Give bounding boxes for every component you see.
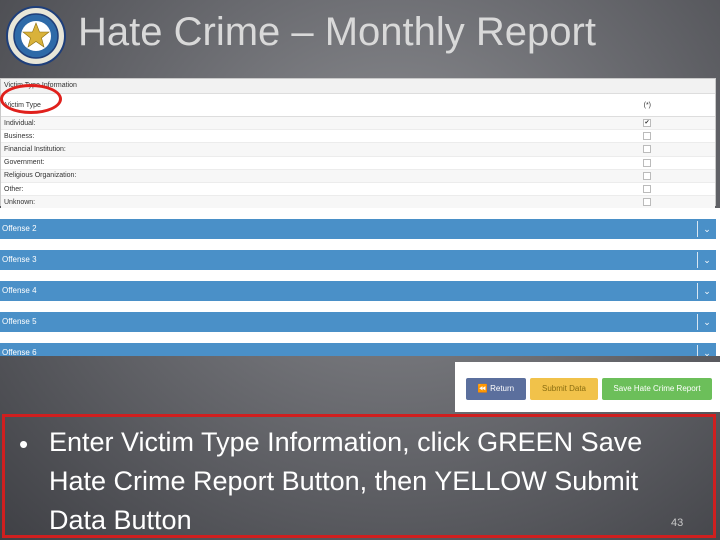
chevron-down-icon[interactable]: ⌄ [697,221,716,237]
victim-type-checkbox[interactable] [643,132,651,141]
victim-type-row: Individual: ✔ [1,117,715,131]
offense-label: Offense 2 [2,224,37,233]
slide-title: Hate Crime – Monthly Report [78,10,596,54]
save-hate-crime-report-button[interactable]: Save Hate Crime Report [602,378,712,400]
instruction-box: • Enter Victim Type Information, click G… [2,414,716,538]
victim-type-row: Religious Organization: [1,169,715,183]
victim-type-row-label: Financial Institution: [4,145,66,153]
victim-type-row-label: Individual: [4,119,36,127]
state-seal-logo [6,6,66,66]
chevron-down-icon[interactable]: ⌄ [697,345,716,356]
offense-bar[interactable]: Offense 6 ⌄ [0,343,716,356]
check-column-header: (*) [643,101,651,109]
bullet-point: • [19,429,29,459]
offense-list: Offense 2 ⌄ Offense 3 ⌄ Offense 4 ⌄ Offense 5 ⌄… [0,208,720,356]
chevron-down-icon[interactable]: ⌄ [697,314,716,330]
panel-header: Victim Type Information [1,79,715,94]
victim-type-column-header: Victim Type (*) [1,94,715,117]
victim-type-row: Financial Institution: [1,143,715,157]
victim-type-checkbox[interactable] [643,145,651,154]
offense-label: Offense 6 [2,348,37,356]
offense-bar[interactable]: Offense 3 ⌄ [0,250,716,270]
action-button-bar: ⏪ Return Submit Data Save Hate Crime Rep… [455,362,720,412]
victim-type-rows: Individual: ✔ Business: Financial Instituti… [1,117,715,210]
victim-type-checkbox[interactable] [643,185,651,194]
rewind-icon: ⏪ [477,384,488,393]
offense-label: Offense 3 [2,255,37,264]
return-button[interactable]: ⏪ Return [466,378,526,400]
victim-type-row: Business: [1,130,715,144]
offense-label: Offense 5 [2,317,37,326]
submit-data-button[interactable]: Submit Data [530,378,598,400]
victim-type-row-label: Government: [4,159,45,167]
instruction-text: Enter Victim Type Information, click GRE… [49,427,643,535]
victim-type-row-label: Business: [4,132,35,140]
chevron-down-icon[interactable]: ⌄ [697,283,716,299]
page-number: 43 [671,517,684,529]
victim-type-panel: Victim Type Information Victim Type (*) … [0,78,716,210]
victim-type-row-label: Other: [4,185,24,193]
victim-type-checkbox[interactable] [643,171,651,180]
victim-type-checkbox[interactable] [643,198,651,207]
offense-label: Offense 4 [2,286,37,295]
highlight-oval [0,84,62,114]
chevron-down-icon[interactable]: ⌄ [697,252,716,268]
victim-type-checkbox[interactable] [643,158,651,167]
return-button-label: Return [490,384,515,393]
offense-bar[interactable]: Offense 4 ⌄ [0,281,716,301]
offense-bar[interactable]: Offense 2 ⌄ [0,219,716,239]
victim-type-row-label: Unknown: [4,198,36,206]
victim-type-checkbox[interactable]: ✔ [643,119,651,128]
victim-type-row: Government: [1,157,715,170]
offense-bar[interactable]: Offense 5 ⌄ [0,312,716,332]
victim-type-row-label: Religious Organization: [4,172,77,180]
victim-type-row: Other: [1,183,715,197]
